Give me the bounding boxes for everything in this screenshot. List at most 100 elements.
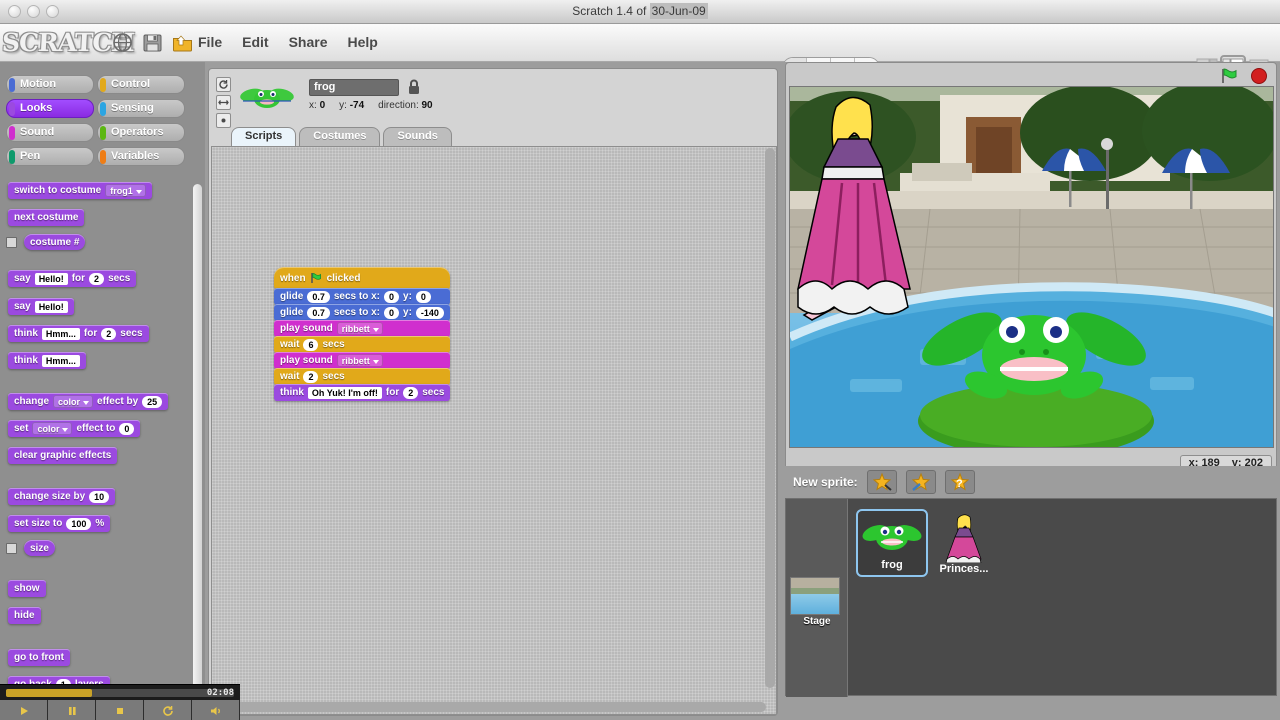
category-buttons: Motion Control Looks Sensing Sound Opera… xyxy=(6,75,198,171)
block-number-input[interactable]: 2 xyxy=(89,272,105,285)
block-text-input[interactable]: Hello! xyxy=(34,272,68,285)
menu-share[interactable]: Share xyxy=(289,34,328,50)
script-block-when-flag-clicked[interactable]: when clicked xyxy=(274,267,451,289)
palette-block-change-size-by[interactable]: change size by 10 xyxy=(8,488,116,505)
block-number-input[interactable]: 0.7 xyxy=(307,306,330,319)
script-block-glide-2[interactable]: glide 0.7 secs to x: 0 y: -140 xyxy=(274,304,451,321)
palette-block-show[interactable]: show xyxy=(8,580,46,597)
palette-block-think[interactable]: think Hmm... xyxy=(8,352,86,369)
window-title: Scratch 1.4 of 30-Jun-09 xyxy=(0,3,1280,19)
tab-sounds[interactable]: Sounds xyxy=(383,127,452,146)
script-block-wait-2[interactable]: wait 2 secs xyxy=(274,368,451,385)
block-number-input[interactable]: 0 xyxy=(415,290,431,303)
palette-block-hide[interactable]: hide xyxy=(8,607,41,624)
block-number-input[interactable]: 2 xyxy=(403,386,419,399)
category-pen[interactable]: Pen xyxy=(6,147,94,166)
import-sprite-button[interactable] xyxy=(905,470,936,494)
globe-icon[interactable] xyxy=(112,32,133,53)
block-number-input[interactable]: -140 xyxy=(415,306,444,319)
menu-help[interactable]: Help xyxy=(348,34,378,50)
stop-button[interactable] xyxy=(1250,67,1268,88)
block-label: secs xyxy=(322,371,345,382)
rotate-freely-icon[interactable] xyxy=(216,77,231,92)
no-rotation-icon[interactable] xyxy=(216,113,231,128)
block-number-input[interactable]: 2 xyxy=(303,370,319,383)
block-dropdown[interactable]: ribbett xyxy=(336,354,383,367)
lock-icon[interactable] xyxy=(407,78,421,99)
script-vertical-scrollbar[interactable] xyxy=(765,148,775,688)
video-progress-bar[interactable] xyxy=(6,689,234,697)
block-text-input[interactable]: Oh Yuk! I'm off! xyxy=(307,386,382,399)
palette-block-switch-to-costume[interactable]: switch to costume frog1 xyxy=(8,182,152,199)
palette-block-set-size-to[interactable]: set size to 100% xyxy=(8,515,111,532)
sprite-list-item-princess[interactable]: Princes... xyxy=(928,509,1000,577)
control-swatch-icon xyxy=(100,78,106,92)
block-dropdown[interactable]: frog1 xyxy=(105,184,146,197)
block-dropdown[interactable]: ribbett xyxy=(336,322,383,335)
block-number-input[interactable]: 25 xyxy=(142,395,163,408)
tab-scripts[interactable]: Scripts xyxy=(231,127,297,146)
palette-block-next-costume[interactable]: next costume xyxy=(8,209,85,226)
palette-scrollbar[interactable] xyxy=(193,184,202,720)
script-block-play-sound-1[interactable]: play sound ribbett xyxy=(274,320,451,337)
category-sound[interactable]: Sound xyxy=(6,123,94,142)
video-pause-button[interactable] xyxy=(48,700,96,720)
menu-edit[interactable]: Edit xyxy=(242,34,268,50)
category-motion[interactable]: Motion xyxy=(6,75,94,94)
block-number-input[interactable]: 2 xyxy=(101,327,117,340)
block-dropdown[interactable]: color xyxy=(53,395,94,408)
category-looks[interactable]: Looks xyxy=(6,99,94,118)
block-number-input[interactable]: 0.7 xyxy=(307,290,330,303)
palette-scrollbar-thumb[interactable] xyxy=(193,184,202,704)
category-operators[interactable]: Operators xyxy=(97,123,185,142)
sprite-name-field[interactable]: frog xyxy=(309,79,399,96)
palette-block-costume-number[interactable]: costume # xyxy=(24,234,86,250)
script-block-play-sound-2[interactable]: play sound ribbett xyxy=(274,352,451,369)
tab-costumes[interactable]: Costumes xyxy=(299,127,381,146)
green-flag-button[interactable] xyxy=(1220,67,1240,88)
stage-list-item[interactable]: Stage xyxy=(790,577,844,627)
stage-canvas[interactable] xyxy=(789,86,1274,448)
menu-file[interactable]: File xyxy=(198,34,222,50)
block-text-input[interactable]: Hello! xyxy=(34,300,68,313)
palette-block-change-effect[interactable]: change color effect by 25 xyxy=(8,393,169,410)
left-right-flip-icon[interactable] xyxy=(216,95,231,110)
palette-block-go-to-front[interactable]: go to front xyxy=(8,649,70,666)
palette-block-think-for-secs[interactable]: think Hmm... for 2 secs xyxy=(8,325,149,342)
script-block-think-for-secs[interactable]: think Oh Yuk! I'm off! for 2 secs xyxy=(274,384,451,401)
category-control[interactable]: Control xyxy=(97,75,185,94)
sprite-list-item-frog[interactable]: frog xyxy=(856,509,928,577)
block-text-input[interactable]: Hmm... xyxy=(41,354,80,367)
palette-block-say-for-secs[interactable]: say Hello! for 2 secs xyxy=(8,270,137,287)
video-volume-button[interactable] xyxy=(192,700,240,720)
video-play-button[interactable] xyxy=(0,700,48,720)
block-number-input[interactable]: 0 xyxy=(384,290,400,303)
save-icon[interactable] xyxy=(142,32,163,53)
video-replay-button[interactable] xyxy=(144,700,192,720)
block-number-input[interactable]: 0 xyxy=(119,422,135,435)
palette-block-say[interactable]: say Hello! xyxy=(8,298,74,315)
video-stop-button[interactable] xyxy=(96,700,144,720)
category-variables[interactable]: Variables xyxy=(97,147,185,166)
palette-watcher-checkbox-size[interactable] xyxy=(6,543,17,554)
script-block-glide-1[interactable]: glide 0.7 secs to x: 0 y: 0 xyxy=(274,288,451,305)
block-number-input[interactable]: 100 xyxy=(66,517,92,530)
block-number-input[interactable]: 10 xyxy=(89,490,110,503)
script-stack[interactable]: when clicked glide 0.7 secs to x: 0 y: 0 glide 0.… xyxy=(274,267,451,401)
palette-block-list[interactable]: switch to costume frog1 next costume costum… xyxy=(0,182,197,720)
block-dropdown[interactable]: color xyxy=(32,422,73,435)
palette-block-clear-effects[interactable]: clear graphic effects xyxy=(8,447,118,464)
block-number-input[interactable]: 0 xyxy=(384,306,400,319)
block-text-input[interactable]: Hmm... xyxy=(41,327,80,340)
category-sensing[interactable]: Sensing xyxy=(97,99,185,118)
script-block-wait-1[interactable]: wait 6 secs xyxy=(274,336,451,353)
surprise-sprite-button[interactable]: ? xyxy=(944,470,975,494)
open-project-icon[interactable] xyxy=(172,32,193,53)
paint-new-sprite-button[interactable] xyxy=(866,470,897,494)
script-canvas[interactable]: when clicked glide 0.7 secs to x: 0 y: 0 glide 0.… xyxy=(211,146,777,715)
palette-block-set-effect[interactable]: set color effect to 0 xyxy=(8,420,141,437)
block-number-input[interactable]: 6 xyxy=(303,338,319,351)
palette-block-size[interactable]: size xyxy=(24,540,55,556)
script-horizontal-scrollbar[interactable] xyxy=(214,702,766,712)
palette-watcher-checkbox-costume-number[interactable] xyxy=(6,237,17,248)
